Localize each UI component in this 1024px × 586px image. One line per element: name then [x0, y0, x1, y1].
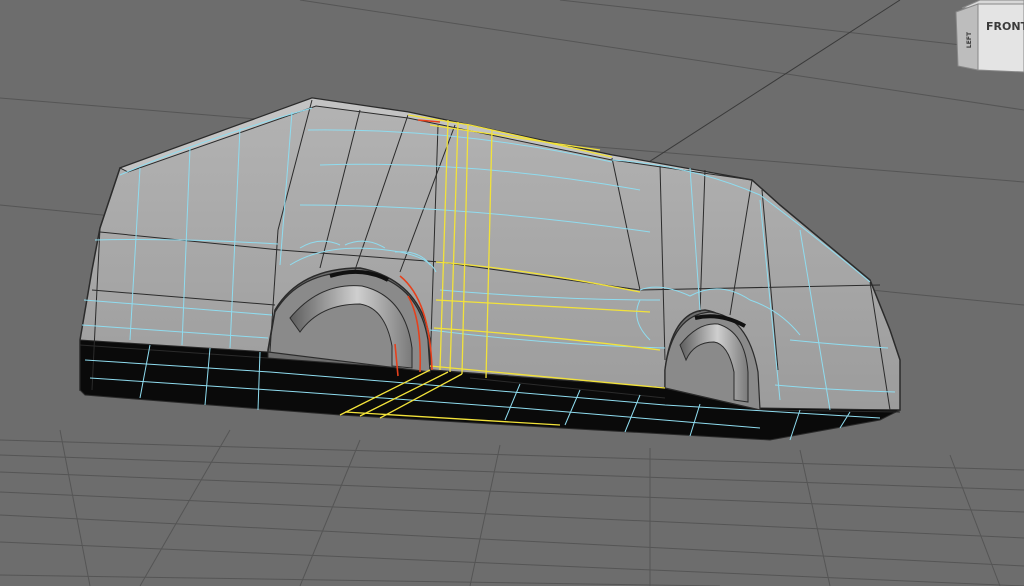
view-cube-front-face[interactable]	[977, 3, 1024, 73]
view-cube-front-label: FRONT	[986, 20, 1024, 33]
viewport-canvas[interactable]: LEFT FRONT	[0, 0, 1024, 586]
view-cube-left-label: LEFT	[966, 31, 973, 48]
3d-viewport[interactable]: LEFT FRONT	[0, 0, 1024, 586]
view-cube[interactable]: LEFT FRONT	[955, 0, 1024, 73]
